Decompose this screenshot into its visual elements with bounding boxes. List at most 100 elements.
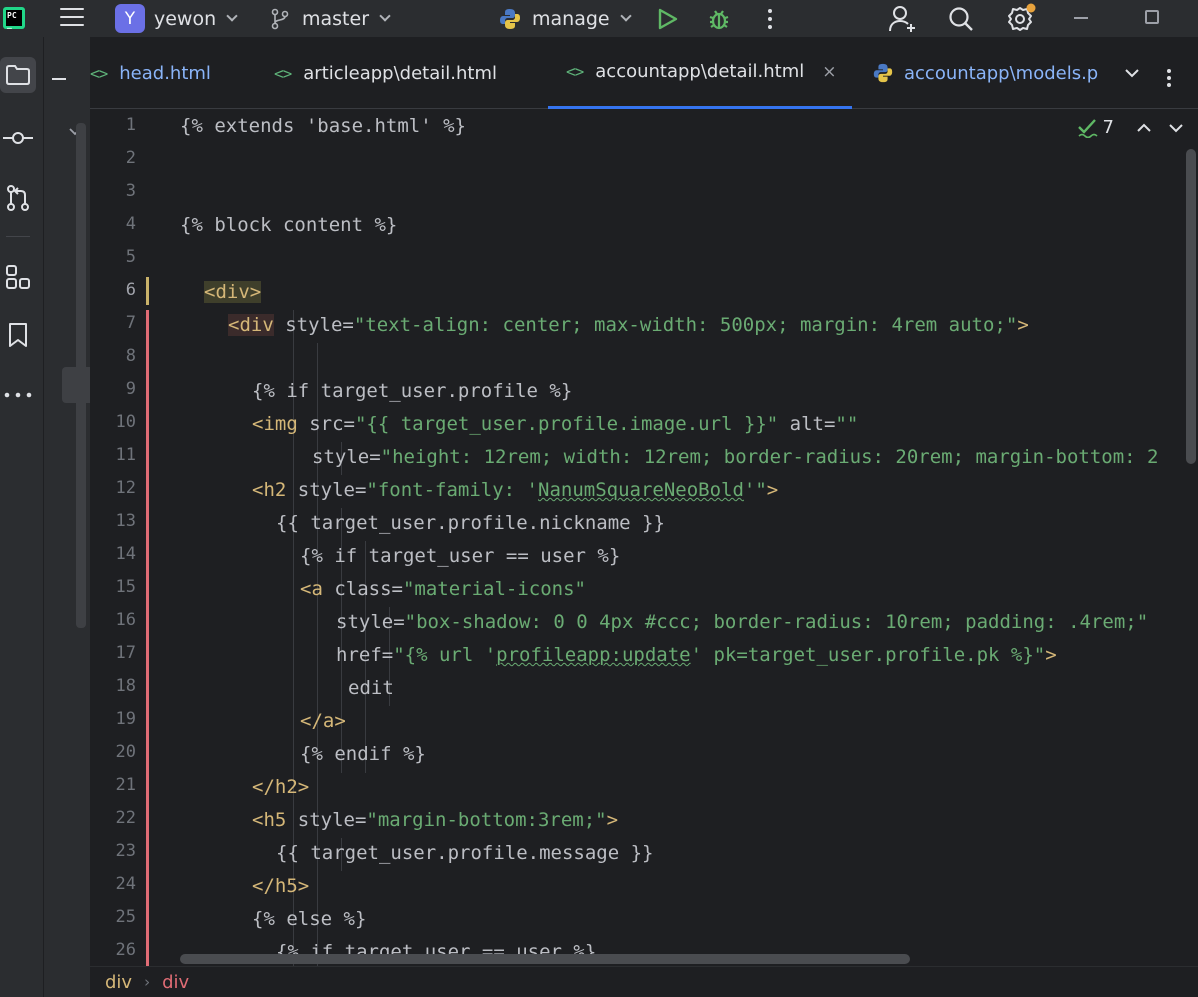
tab-head-html[interactable]: <> head.html	[90, 37, 211, 109]
run-icon[interactable]	[657, 7, 679, 31]
commit-icon	[3, 132, 33, 144]
run-config-selector[interactable]: manage	[498, 0, 632, 37]
chevron-down-icon	[379, 10, 391, 22]
line-number: 22	[115, 808, 136, 828]
code-tag: >	[1045, 644, 1057, 666]
line-number: 7	[125, 313, 136, 333]
code-attr: style=	[336, 611, 405, 633]
inspection-count: 7	[1102, 117, 1114, 138]
chevron-up-icon[interactable]	[1136, 122, 1152, 134]
vertical-scrollbar[interactable]	[1186, 149, 1196, 464]
more-tools-button[interactable]	[0, 377, 36, 413]
branch-selector[interactable]: master	[270, 0, 391, 37]
line-number: 21	[115, 775, 136, 795]
code-line-24: </h5>	[252, 870, 309, 903]
code-text: edit	[348, 677, 394, 699]
panel-scrollbar[interactable]	[76, 123, 86, 628]
code-text: {% extends 'base.html' %}	[180, 115, 466, 137]
add-user-icon[interactable]	[887, 4, 919, 34]
minimize-button[interactable]	[1074, 17, 1088, 19]
hide-panel-icon[interactable]	[52, 78, 66, 80]
code-tag: <div	[228, 314, 274, 336]
settings-gear-icon[interactable]	[1006, 3, 1038, 33]
code-attr: class=	[322, 578, 403, 600]
more-actions-icon[interactable]	[766, 8, 774, 30]
code-line-23: {{ target_user.profile.message }}	[276, 837, 654, 870]
python-icon	[500, 8, 520, 29]
code-tag: <img	[252, 413, 298, 435]
strip-divider	[6, 236, 30, 237]
line-number: 3	[125, 181, 136, 201]
code-attr: style=	[273, 314, 354, 336]
code-line-11: style="height: 12rem; width: 12rem; bord…	[312, 441, 1159, 474]
breadcrumb-item[interactable]: div	[162, 972, 189, 993]
tabs-dropdown-icon[interactable]	[1124, 68, 1140, 80]
inspection-check-icon	[1077, 118, 1098, 138]
html-icon: <>	[274, 63, 292, 83]
project-selector[interactable]: yewon	[154, 0, 238, 37]
pycharm-logo-icon[interactable]: PC _	[3, 7, 25, 29]
chevron-down-icon[interactable]	[1168, 122, 1184, 134]
tab-articleapp-detail[interactable]: <> articleapp\detail.html	[274, 37, 497, 109]
line-number: 24	[115, 874, 136, 894]
python-icon	[873, 63, 893, 83]
horizontal-scrollbar[interactable]	[180, 954, 910, 964]
code-attr: style=	[312, 446, 381, 468]
code-text: {% if target_user == user %}	[300, 545, 621, 567]
code-string-typo: profileapp:update	[496, 644, 691, 666]
code-line-12: <h2 style="font-family: 'NanumSquareNeoB…	[252, 474, 778, 507]
code-line-9: {% if target_user.profile %}	[252, 375, 572, 408]
structure-tool-button[interactable]	[0, 259, 36, 295]
code-attr: style=	[286, 479, 367, 501]
line-number: 20	[115, 742, 136, 762]
bookmarks-tool-button[interactable]	[0, 317, 36, 353]
code-line-4: {% block content %}	[180, 209, 397, 242]
vcs-changed-marker[interactable]	[146, 310, 149, 966]
code-line-22: <h5 style="margin-bottom:3rem;">	[252, 804, 618, 837]
search-icon[interactable]	[947, 5, 975, 33]
main-menu-icon[interactable]	[60, 8, 84, 28]
structure-icon	[6, 265, 30, 289]
code-line-10: <img src="{{ target_user.profile.image.u…	[252, 408, 858, 441]
code-string: "height: 12rem; width: 12rem; border-rad…	[380, 446, 1159, 468]
line-number: 2	[125, 148, 136, 168]
code-tag: </h5>	[252, 875, 310, 897]
maximize-button[interactable]	[1145, 10, 1159, 24]
git-branch-icon	[271, 8, 289, 29]
vcs-modified-marker[interactable]	[146, 277, 149, 305]
tabs-more-icon[interactable]	[1166, 68, 1172, 88]
code-string: "{{ target_user.profile.image.url }}"	[354, 413, 779, 435]
editor-tabs: <> head.html <> articleapp\detail.html <…	[90, 37, 1198, 109]
line-number: 9	[125, 379, 136, 399]
html-icon: <>	[566, 62, 584, 81]
line-number-gutter[interactable]: 1 2 3 4 5 6 7 8 9 10 11 12 13 14 15 16 1…	[90, 109, 170, 966]
code-line-20: {% endif %}	[300, 738, 426, 771]
commit-tool-button[interactable]	[0, 120, 36, 156]
project-tool-button[interactable]	[0, 57, 36, 93]
line-number: 14	[115, 544, 136, 564]
code-line-13: {{ target_user.profile.nickname }}	[276, 507, 665, 540]
code-text: {% if target_user.profile %}	[252, 380, 573, 402]
code-text: {{ target_user.profile.nickname }}	[276, 512, 665, 534]
code-attr: src=	[297, 413, 355, 435]
close-tab-icon[interactable]: ×	[822, 62, 836, 82]
tab-accountapp-models[interactable]: accountapp\models.p	[872, 37, 1098, 109]
tab-label: accountapp\models.p	[904, 62, 1098, 84]
code-area[interactable]: {% extends 'base.html' %} {% block conte…	[180, 109, 1198, 966]
more-horizontal-icon	[4, 392, 32, 398]
code-tag: </a>	[300, 710, 346, 732]
line-number: 16	[115, 610, 136, 630]
tab-accountapp-detail[interactable]: <> accountapp\detail.html ×	[548, 37, 853, 109]
code-line-7: <div style="text-align: center; max-widt…	[228, 309, 1029, 342]
code-tag: <div>	[204, 281, 262, 303]
code-text: {% else %}	[252, 908, 367, 930]
title-bar: PC _ Y yewon master manage	[0, 0, 1198, 37]
debug-icon[interactable]	[707, 6, 731, 32]
project-avatar[interactable]: Y	[115, 4, 145, 33]
code-editor[interactable]: 1 2 3 4 5 6 7 8 9 10 11 12 13 14 15 16 1…	[90, 109, 1198, 966]
pull-request-icon	[7, 185, 29, 211]
breadcrumb-item[interactable]: div	[105, 972, 132, 993]
inspection-widget[interactable]: 7	[1077, 117, 1184, 138]
code-string: "material-icons"	[402, 578, 586, 600]
pull-requests-tool-button[interactable]	[0, 180, 36, 216]
